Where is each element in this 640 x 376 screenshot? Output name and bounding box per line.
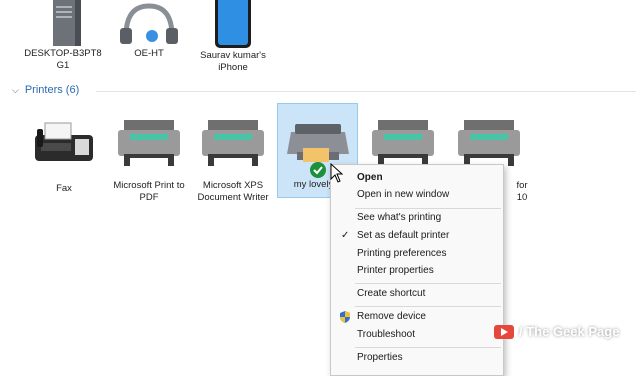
printer-ms-xps[interactable]: Microsoft XPS Document Writer xyxy=(192,118,274,204)
menu-item-remove-device[interactable]: Remove device xyxy=(331,308,503,326)
device-iphone[interactable]: Saurav kumar's iPhone xyxy=(190,0,276,74)
menu-item-open[interactable]: Open xyxy=(331,169,503,187)
printer-icon xyxy=(458,120,520,168)
device-headset[interactable]: OE-HT xyxy=(108,0,190,60)
printers-header-label: Printers (6) xyxy=(24,84,80,96)
menu-separator xyxy=(355,306,501,307)
printer-label: Microsoft Print to PDF xyxy=(113,180,185,203)
watermark: / The Geek Page xyxy=(494,324,619,339)
device-label: OE-HT xyxy=(134,48,164,59)
printer-icon xyxy=(202,120,264,168)
headset-icon xyxy=(120,3,178,44)
phone-icon xyxy=(215,0,251,48)
menu-item-see-printing[interactable]: See what's printing xyxy=(331,209,503,227)
menu-item-troubleshoot[interactable]: Troubleshoot xyxy=(331,326,503,344)
printer-label: Fax xyxy=(56,183,72,194)
fax-icon xyxy=(35,122,93,161)
printer-icon xyxy=(118,120,180,168)
check-icon: ✓ xyxy=(341,230,350,241)
menu-separator xyxy=(355,347,501,348)
device-desktop[interactable]: DESKTOP-B3PT8 G1 xyxy=(22,0,104,72)
menu-separator xyxy=(355,283,501,284)
play-button-icon xyxy=(494,324,514,339)
chevron-down-icon: ⌵ xyxy=(12,84,19,95)
context-menu: Open Open in new window See what's print… xyxy=(330,164,504,376)
menu-item-properties[interactable]: Properties xyxy=(331,349,503,367)
printer-icon xyxy=(372,120,434,168)
printer-fax[interactable]: Fax xyxy=(24,115,104,195)
printers-section-header[interactable]: ⌵ Printers (6) xyxy=(12,84,79,96)
printer-icon xyxy=(286,124,349,162)
menu-item-printing-preferences[interactable]: Printing preferences xyxy=(331,245,503,263)
device-label: DESKTOP-B3PT8 G1 xyxy=(24,48,102,71)
section-divider xyxy=(96,91,636,92)
menu-item-printer-properties[interactable]: Printer properties xyxy=(331,262,503,280)
device-label: Saurav kumar's iPhone xyxy=(200,50,266,73)
menu-item-open-new-window[interactable]: Open in new window xyxy=(331,186,503,204)
watermark-text: / The Geek Page xyxy=(519,324,620,339)
menu-item-create-shortcut[interactable]: Create shortcut xyxy=(331,285,503,303)
printer-ms-pdf[interactable]: Microsoft Print to PDF xyxy=(108,118,190,204)
desktop-tower-icon xyxy=(53,0,81,46)
uac-shield-icon xyxy=(340,311,350,323)
mouse-cursor-icon xyxy=(330,163,344,183)
default-check-icon xyxy=(309,162,326,178)
menu-item-set-default[interactable]: ✓ Set as default printer xyxy=(331,227,503,245)
printer-label: Microsoft XPS Document Writer xyxy=(197,180,269,203)
